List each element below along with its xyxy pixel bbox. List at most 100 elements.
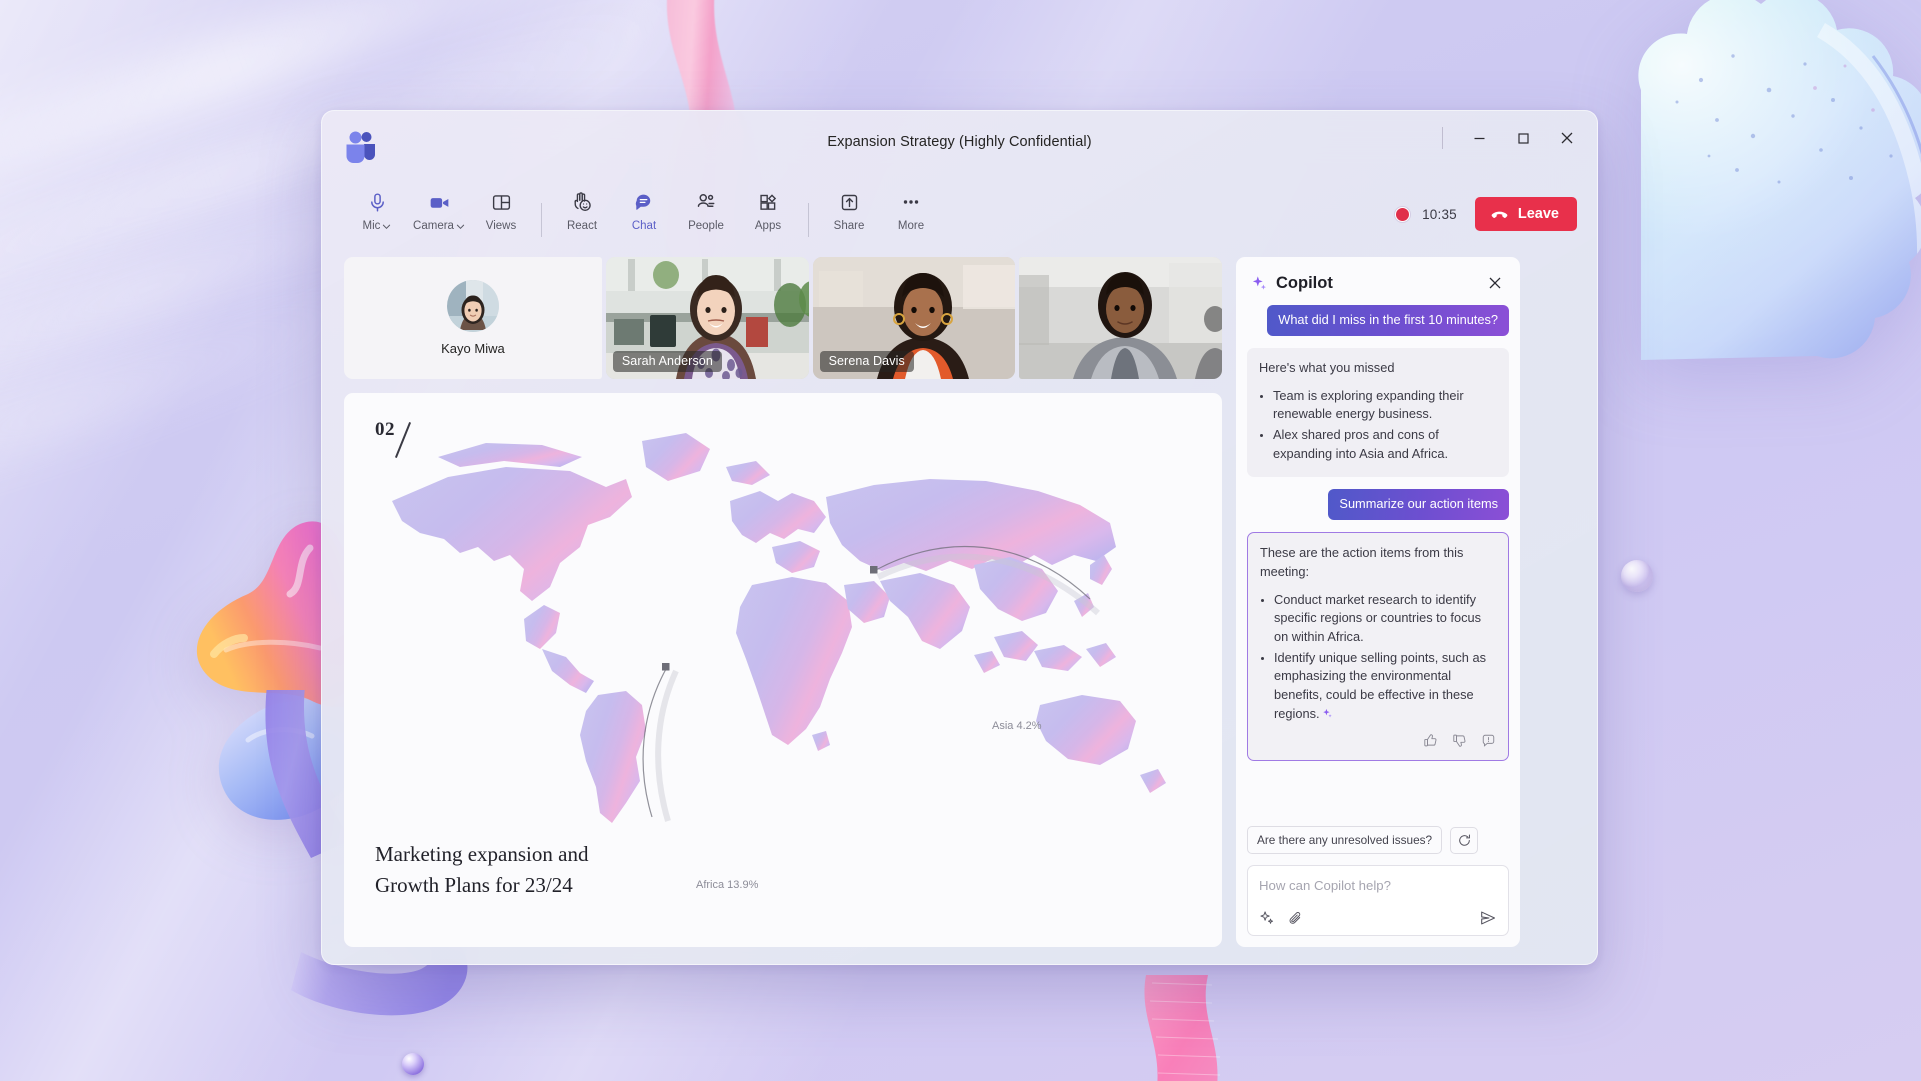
user-message-bubble[interactable]: What did I miss in the first 10 minutes? bbox=[1267, 305, 1509, 336]
list-item-text-streaming: Identify unique selling points, such as … bbox=[1274, 649, 1486, 721]
participant-tile-video[interactable] bbox=[1019, 257, 1222, 379]
report-issue-icon[interactable] bbox=[1481, 733, 1496, 748]
copilot-input[interactable] bbox=[1259, 878, 1497, 909]
apps-grid-icon bbox=[758, 189, 779, 215]
toolbar-item-people[interactable]: People bbox=[675, 185, 737, 232]
toolbar-item-apps[interactable]: Apps bbox=[737, 185, 799, 232]
shared-slide[interactable]: 02 Asia 4.2% Africa 13.9% Marketing expa… bbox=[344, 393, 1222, 947]
toolbar-right-cluster: 10:35 Leave bbox=[1395, 197, 1577, 231]
message-row-user: What did I miss in the first 10 minutes? bbox=[1247, 305, 1509, 336]
stage-main-column: Kayo Miwa Sarah Anderson Serena Davis 02… bbox=[344, 257, 1222, 947]
chevron-down-icon bbox=[383, 224, 391, 229]
chat-bubble-icon bbox=[633, 189, 655, 215]
assistant-bullet-list: Conduct market research to identify spec… bbox=[1274, 591, 1496, 724]
hangup-phone-icon bbox=[1491, 211, 1508, 218]
map-label-africa: Africa 13.9% bbox=[696, 879, 759, 891]
refresh-suggestions-button[interactable] bbox=[1450, 826, 1479, 854]
toolbar-label: More bbox=[897, 220, 925, 232]
copilot-header: Copilot bbox=[1247, 269, 1509, 305]
thumbs-down-icon[interactable] bbox=[1452, 733, 1467, 748]
recording-dot-icon bbox=[1395, 206, 1411, 222]
more-dots-icon bbox=[900, 189, 922, 215]
assistant-intro: Here's what you missed bbox=[1259, 359, 1395, 375]
toolbar-item-chat[interactable]: Chat bbox=[613, 185, 675, 232]
toolbar-label: People bbox=[688, 220, 724, 232]
chevron-down-icon bbox=[456, 224, 465, 229]
suggestion-chip[interactable]: Are there any unresolved issues? bbox=[1247, 826, 1443, 854]
copilot-sparkle-icon bbox=[1252, 275, 1266, 290]
camera-icon bbox=[428, 189, 451, 215]
user-message-bubble[interactable]: Summarize our action items bbox=[1328, 489, 1509, 521]
message-row-user: Summarize our action items bbox=[1247, 489, 1509, 521]
feedback-row bbox=[1260, 733, 1496, 748]
maximize-icon bbox=[1517, 132, 1529, 144]
close-icon bbox=[1489, 277, 1501, 289]
composer-actions bbox=[1259, 909, 1497, 927]
copilot-title: Copilot bbox=[1276, 273, 1333, 292]
participant-tile-video[interactable]: Serena Davis bbox=[812, 257, 1016, 379]
toolbar-label: Apps bbox=[754, 220, 782, 232]
minimize-icon bbox=[1474, 137, 1484, 139]
copilot-close-button[interactable] bbox=[1483, 271, 1507, 295]
assistant-message-card-highlighted: These are the action items from this mee… bbox=[1247, 532, 1509, 762]
list-item: Team is exploring expanding their renewa… bbox=[1273, 387, 1497, 424]
share-up-icon bbox=[839, 189, 860, 215]
toolbar-item-mic[interactable]: Mic bbox=[346, 185, 408, 232]
avatar bbox=[446, 280, 499, 332]
toolbar-item-share[interactable]: Share bbox=[818, 185, 880, 232]
sparkle-prompt-icon[interactable] bbox=[1259, 910, 1275, 926]
assistant-message-card: Here's what you missed Team is exploring… bbox=[1247, 347, 1509, 478]
toolbar-item-camera[interactable]: Camera bbox=[408, 185, 470, 232]
world-map-chart bbox=[374, 405, 1204, 845]
elapsed-time: 10:35 bbox=[1422, 206, 1457, 222]
toolbar-label: Views bbox=[485, 220, 517, 232]
desktop-background: Expansion Strategy (Highly Confidential) bbox=[0, 0, 1921, 1081]
copilot-composer bbox=[1247, 865, 1509, 936]
toolbar-item-react[interactable]: React bbox=[551, 185, 613, 232]
toolbar-label: Camera bbox=[413, 220, 465, 232]
video-feed bbox=[1019, 257, 1222, 379]
divider bbox=[1442, 127, 1443, 149]
leave-button[interactable]: Leave bbox=[1474, 197, 1577, 231]
toolbar-divider bbox=[808, 203, 809, 237]
list-item: Identify unique selling points, such as … bbox=[1274, 649, 1496, 724]
suggestion-row: Are there any unresolved issues? bbox=[1247, 826, 1509, 854]
teams-meeting-window: Expansion Strategy (Highly Confidential) bbox=[321, 110, 1598, 965]
participant-video-row: Kayo Miwa Sarah Anderson Serena Davis bbox=[344, 257, 1222, 379]
copilot-message-thread: What did I miss in the first 10 minutes?… bbox=[1247, 305, 1509, 812]
participant-tile-avatar[interactable]: Kayo Miwa bbox=[344, 257, 602, 379]
people-icon bbox=[695, 189, 717, 215]
decorative-sphere bbox=[402, 1053, 424, 1075]
participant-name-badge: Sarah Anderson bbox=[612, 351, 722, 372]
toolbar-divider bbox=[541, 203, 542, 237]
close-button[interactable] bbox=[1545, 121, 1589, 155]
world-map-svg bbox=[392, 433, 1166, 823]
meeting-stage: Kayo Miwa Sarah Anderson Serena Davis 02… bbox=[344, 257, 1577, 947]
participant-tile-video[interactable]: Sarah Anderson bbox=[605, 257, 809, 379]
copilot-panel: Copilot What did I miss in the first 10 … bbox=[1236, 257, 1520, 947]
microphone-icon bbox=[367, 189, 388, 215]
views-grid-icon bbox=[491, 189, 512, 215]
minimize-button[interactable] bbox=[1457, 121, 1501, 155]
list-item: Conduct market research to identify spec… bbox=[1274, 591, 1496, 647]
thumbs-up-icon[interactable] bbox=[1423, 733, 1438, 748]
participant-name: Kayo Miwa bbox=[441, 341, 505, 356]
maximize-button[interactable] bbox=[1501, 121, 1545, 155]
toolbar-label: React bbox=[566, 220, 598, 232]
toolbar-item-more[interactable]: More bbox=[880, 185, 942, 232]
title-bar: Expansion Strategy (Highly Confidential) bbox=[322, 111, 1597, 181]
toolbar-item-text: Mic bbox=[362, 220, 381, 232]
close-icon bbox=[1561, 132, 1573, 144]
toolbar-item-views[interactable]: Views bbox=[470, 185, 532, 232]
decorative-sphere bbox=[1621, 560, 1653, 592]
attachment-clip-icon[interactable] bbox=[1288, 910, 1304, 926]
assistant-bullet-list: Team is exploring expanding their renewa… bbox=[1273, 387, 1497, 464]
toolbar-label: Chat bbox=[631, 220, 657, 232]
copilot-sparkle-icon bbox=[1322, 708, 1332, 718]
assistant-intro: These are the action items from this mee… bbox=[1260, 545, 1464, 579]
list-item: Alex shared pros and cons of expanding i… bbox=[1273, 426, 1497, 463]
page-title: Expansion Strategy (Highly Confidential) bbox=[827, 134, 1092, 150]
send-arrow-icon[interactable] bbox=[1479, 909, 1497, 927]
toolbar-label: Share bbox=[833, 220, 865, 232]
meeting-toolbar: Mic Camera Views React Chat People Apps … bbox=[322, 181, 1597, 253]
